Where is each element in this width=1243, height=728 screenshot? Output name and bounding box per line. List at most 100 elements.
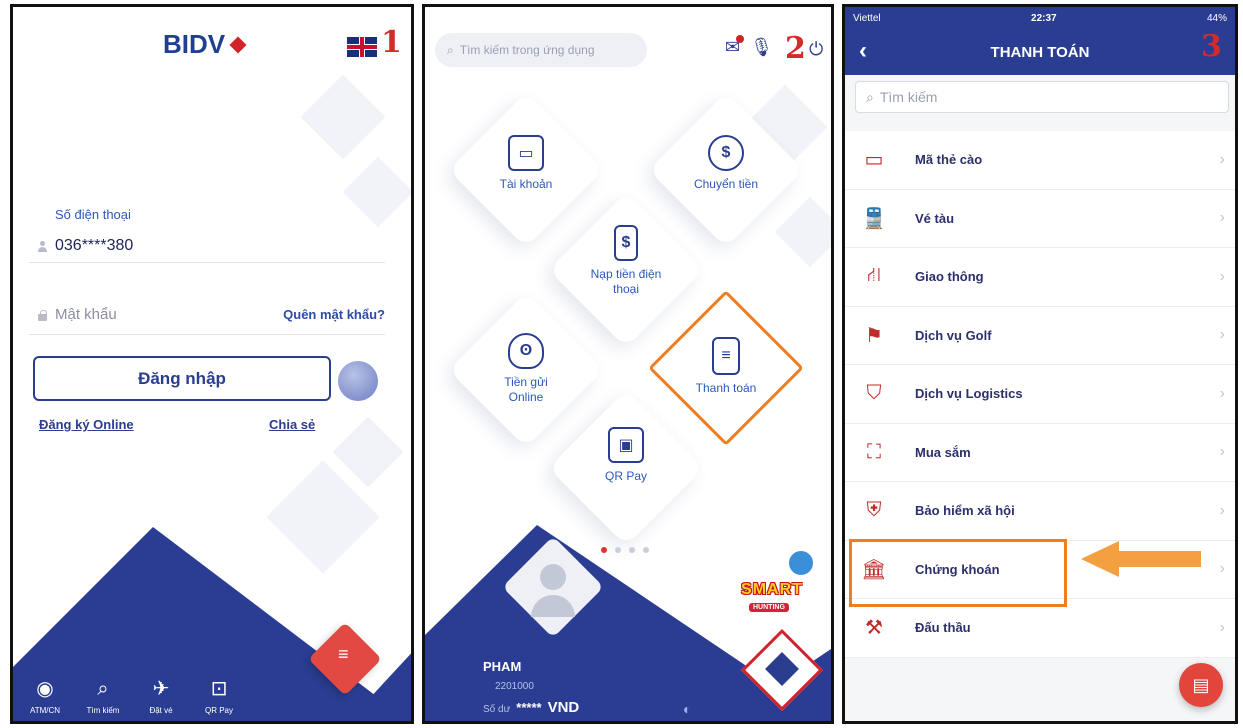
phone-icon: $ xyxy=(614,225,638,261)
bidv-logo: BIDV xyxy=(163,29,247,60)
chevron-right-icon: › xyxy=(1219,618,1225,636)
highlight-arrow xyxy=(1081,541,1201,577)
notification-dot xyxy=(736,35,745,43)
list-item-golf[interactable]: ⚑ Dịch vụ Golf › xyxy=(845,307,1235,365)
mail-icon[interactable]: ✉ xyxy=(725,35,745,58)
card-icon: ▭ xyxy=(864,149,884,172)
list-item-traffic[interactable]: ⛙ Giao thông › xyxy=(845,248,1235,307)
bank-building-icon: 🏛 xyxy=(861,558,887,581)
nav-label: Tìm kiếm xyxy=(86,706,120,715)
list-item-logistics[interactable]: ⛉ Dịch vụ Logistics › xyxy=(845,365,1235,424)
currency: VND xyxy=(547,699,580,716)
login-screen: BIDV 1 Số điện thoại 036****380 Mật khẩu… xyxy=(10,4,414,724)
decor-diamond xyxy=(332,416,404,488)
list-item-label: Mua sắm xyxy=(915,444,971,460)
home-screen: ⌕ Tìm kiếm trong ứng dụng ✉ 🎙 2 ⏻ ▭ Tài … xyxy=(422,4,834,724)
qr-scan-icon: ▣ xyxy=(608,427,644,463)
app-search-input[interactable]: ⌕ Tìm kiếm trong ứng dụng xyxy=(435,33,647,67)
mascot-icon xyxy=(787,549,815,577)
status-bar: Viettel 22:37 44% xyxy=(845,7,1235,29)
list-item-social-insurance[interactable]: ⛨ Bảo hiểm xã hội › xyxy=(845,482,1235,541)
shield-icon: ⛨ xyxy=(866,499,882,522)
microphone-icon[interactable]: 🎙 xyxy=(750,37,773,58)
lock-icon xyxy=(37,309,47,321)
chevron-right-icon: › xyxy=(1219,209,1225,227)
account-number: 2201000 xyxy=(495,681,534,692)
receipt-icon: ≡ xyxy=(712,337,740,375)
list-item-label: Dịch vụ Golf xyxy=(915,327,992,343)
list-item-label: Bảo hiểm xã hội xyxy=(915,503,1015,519)
list-item-bidding[interactable]: ⚒ Đấu thầu › xyxy=(845,599,1235,658)
chevron-right-icon: › xyxy=(1219,150,1225,168)
top-icons: ✉ 🎙 xyxy=(725,35,773,58)
search-placeholder: Tìm kiếm trong ứng dụng xyxy=(459,43,595,57)
tile-label: Nạp tiền điện thoại xyxy=(590,267,662,296)
topup-tile-content: $ Nạp tiền điện thoại xyxy=(551,225,701,297)
chevron-right-icon: › xyxy=(1219,560,1225,578)
step-number: 1 xyxy=(381,25,402,60)
nav-atm[interactable]: ◉ ATM/CN xyxy=(23,678,67,715)
qrpay-tile-content: ▣ QR Pay xyxy=(551,427,701,484)
chevron-right-icon: › xyxy=(1219,267,1225,285)
page-title: THANH TOÁN xyxy=(990,43,1090,61)
list-item-train-ticket[interactable]: 🚆 Vé tàu › xyxy=(845,190,1235,248)
logout-icon[interactable]: ⏻ xyxy=(809,39,823,60)
balance-row: Số dư ***** VND xyxy=(483,699,579,716)
tile-label: QR Pay xyxy=(604,469,647,483)
touch-id-button[interactable] xyxy=(338,361,378,401)
nav-label: QR Pay xyxy=(204,706,233,715)
share-link[interactable]: Chia sẻ xyxy=(269,417,315,432)
logo-text: BIDV xyxy=(163,29,226,59)
wallet-icon: ▭ xyxy=(508,135,544,171)
list-item-label: Giao thông xyxy=(915,269,984,285)
chevron-right-icon: › xyxy=(1219,443,1225,461)
chevron-right-icon: › xyxy=(1219,326,1225,344)
nav-qrpay[interactable]: ⊡ QR Pay xyxy=(197,678,241,715)
back-chevron-icon[interactable]: ‹ xyxy=(859,37,867,65)
badge-subtitle: HUNTING xyxy=(749,603,789,612)
clipboard-fab[interactable]: ▤ xyxy=(1179,663,1223,707)
person-icon xyxy=(37,240,47,252)
balance-masked: ***** xyxy=(516,700,542,715)
uk-flag-icon[interactable] xyxy=(347,37,377,57)
arrow-body xyxy=(1117,551,1201,567)
decor-diamond xyxy=(342,156,411,228)
gavel-icon: ⚒ xyxy=(865,617,883,640)
register-online-link[interactable]: Đăng ký Online xyxy=(39,417,134,432)
search-icon: ⌕ xyxy=(866,88,874,105)
smart-hunting-badge[interactable]: SMART HUNTING xyxy=(725,549,819,627)
piggy-bank-icon: ʘ xyxy=(508,333,544,369)
account-tile-content: ▭ Tài khoản xyxy=(451,135,601,192)
list-item-scratch-card[interactable]: ▭ Mã thẻ cào › xyxy=(845,131,1235,190)
location-pin-icon: ◉ xyxy=(36,678,54,700)
search-input[interactable]: ⌕ Tìm kiếm xyxy=(855,81,1229,113)
bottom-nav: ◉ ATM/CN ⌕ Tìm kiếm ✈ Đặt vé ⊡ QR Pay xyxy=(13,651,411,721)
tile-label: Tài khoản xyxy=(499,177,553,191)
login-button[interactable]: Đăng nhập xyxy=(33,356,331,401)
nav-search[interactable]: ⌕ Tìm kiếm xyxy=(81,678,125,715)
list-item-label: Dịch vụ Logistics xyxy=(915,386,1023,402)
chevron-right-icon: › xyxy=(1219,384,1225,402)
list-item-shopping[interactable]: ⛶ Mua sắm › xyxy=(845,424,1235,482)
list-item-label: Vé tàu xyxy=(915,210,955,226)
search-placeholder: Tìm kiếm xyxy=(879,89,938,105)
tile-label: Tiền gửi Online xyxy=(504,375,548,404)
phone-label: Số điện thoại xyxy=(55,207,131,222)
savings-tile-content: ʘ Tiền gửi Online xyxy=(451,333,601,405)
list-item-label: Đấu thầu xyxy=(915,620,971,636)
battery: 44% xyxy=(1206,12,1227,24)
nav-bar: ‹ THANH TOÁN xyxy=(845,29,1235,75)
clipboard-icon: ▤ xyxy=(1192,674,1210,695)
nav-label: ATM/CN xyxy=(29,706,61,715)
badge-title: SMART xyxy=(741,581,803,598)
balance-label: Số dư xyxy=(483,704,511,715)
road-icon: ⛙ xyxy=(866,264,882,287)
clock: 22:37 xyxy=(1031,12,1057,24)
nav-booking[interactable]: ✈ Đặt vé xyxy=(139,678,183,715)
tile-label: Thanh toán xyxy=(695,381,757,395)
password-field[interactable]: Mật khẩu Quên mật khẩu? xyxy=(29,295,385,335)
hide-balance-icon[interactable]: ◐ xyxy=(683,701,691,717)
forgot-password-link[interactable]: Quên mật khẩu? xyxy=(283,307,385,322)
shopping-bag-icon: ⛶ xyxy=(867,440,881,463)
phone-field[interactable]: 036****380 xyxy=(29,229,385,263)
